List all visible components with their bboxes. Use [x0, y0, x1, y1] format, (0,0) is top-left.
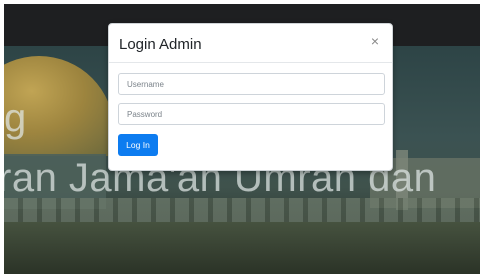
- modal-header: Login Admin ×: [109, 24, 392, 63]
- ground-image: [4, 222, 480, 274]
- password-input[interactable]: [118, 103, 385, 125]
- hero-heading-line1: g: [4, 96, 27, 140]
- app-screen: g ran Jama'ah Umrah dan Login Admin × Lo…: [4, 4, 480, 274]
- username-input[interactable]: [118, 73, 385, 95]
- modal-title: Login Admin: [119, 36, 202, 53]
- login-modal: Login Admin × Log In: [108, 23, 393, 171]
- arcade-image: [4, 198, 480, 224]
- login-button[interactable]: Log In: [118, 134, 158, 156]
- close-icon[interactable]: ×: [368, 34, 382, 48]
